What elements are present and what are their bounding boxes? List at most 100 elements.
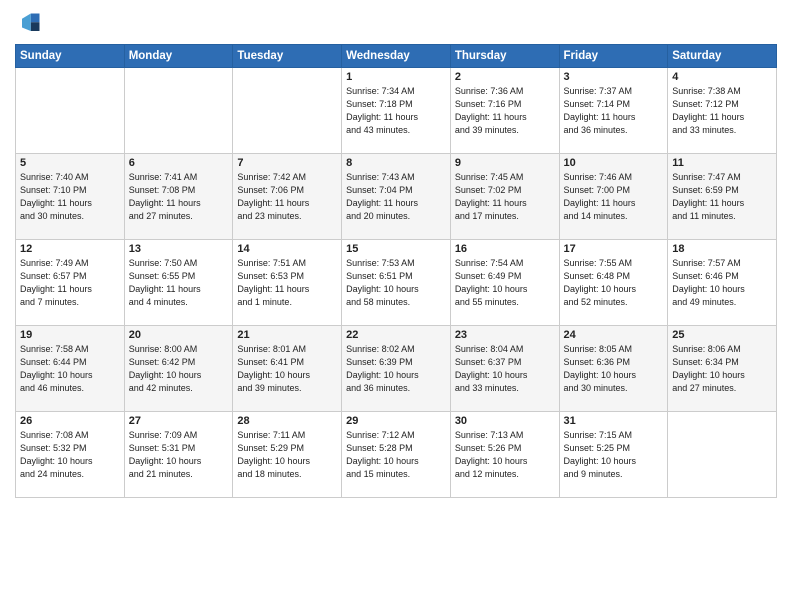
day-number: 3 [564, 71, 664, 83]
day-info: Sunrise: 7:42 AM Sunset: 7:06 PM Dayligh… [237, 171, 337, 223]
week-row-3: 12Sunrise: 7:49 AM Sunset: 6:57 PM Dayli… [16, 240, 777, 326]
day-info: Sunrise: 7:57 AM Sunset: 6:46 PM Dayligh… [672, 257, 772, 309]
calendar-cell [668, 412, 777, 498]
weekday-header-tuesday: Tuesday [233, 45, 342, 68]
calendar-cell: 4 Sunrise: 7:38 AM Sunset: 7:12 PM Daylig… [668, 68, 777, 154]
day-number: 28 [237, 415, 337, 427]
day-info: Sunrise: 7:50 AM Sunset: 6:55 PM Dayligh… [129, 257, 229, 309]
calendar-cell: 9 Sunrise: 7:45 AM Sunset: 7:02 PM Daylig… [450, 154, 559, 240]
day-number: 5 [20, 157, 120, 169]
calendar-cell: 27Sunrise: 7:09 AM Sunset: 5:31 PM Dayli… [124, 412, 233, 498]
day-info: Sunrise: 7:43 AM Sunset: 7:04 PM Dayligh… [346, 171, 446, 223]
calendar-cell: 28 Sunrise: 7:11 AM Sunset: 5:29 PM Dayli… [233, 412, 342, 498]
day-info: Sunrise: 7:34 AM Sunset: 7:18 PM Dayligh… [346, 85, 446, 137]
day-info: Sunrise: 7:47 AM Sunset: 6:59 PM Dayligh… [672, 171, 772, 223]
calendar-cell: 16 Sunrise: 7:54 AM Sunset: 6:49 PM Dayli… [450, 240, 559, 326]
calendar-cell: 12Sunrise: 7:49 AM Sunset: 6:57 PM Dayli… [16, 240, 125, 326]
calendar-cell: 20 Sunrise: 8:00 AM Sunset: 6:42 PM Dayli… [124, 326, 233, 412]
calendar-table: SundayMondayTuesdayWednesdayThursdayFrid… [15, 44, 777, 498]
day-info: Sunrise: 7:45 AM Sunset: 7:02 PM Dayligh… [455, 171, 555, 223]
day-number: 2 [455, 71, 555, 83]
calendar-cell: 7 Sunrise: 7:42 AM Sunset: 7:06 PM Daylig… [233, 154, 342, 240]
day-info: Sunrise: 7:51 AM Sunset: 6:53 PM Dayligh… [237, 257, 337, 309]
day-number: 31 [564, 415, 664, 427]
day-info: Sunrise: 8:04 AM Sunset: 6:37 PM Dayligh… [455, 343, 555, 395]
day-number: 8 [346, 157, 446, 169]
week-row-5: 26 Sunrise: 7:08 AM Sunset: 5:32 PM Dayli… [16, 412, 777, 498]
calendar-cell: 6Sunrise: 7:41 AM Sunset: 7:08 PM Daylig… [124, 154, 233, 240]
calendar-cell: 24Sunrise: 8:05 AM Sunset: 6:36 PM Dayli… [559, 326, 668, 412]
day-info: Sunrise: 7:38 AM Sunset: 7:12 PM Dayligh… [672, 85, 772, 137]
day-number: 20 [129, 329, 229, 341]
day-number: 13 [129, 243, 229, 255]
calendar-cell: 17 Sunrise: 7:55 AM Sunset: 6:48 PM Dayli… [559, 240, 668, 326]
day-number: 7 [237, 157, 337, 169]
day-number: 4 [672, 71, 772, 83]
day-number: 19 [20, 329, 120, 341]
day-info: Sunrise: 7:13 AM Sunset: 5:26 PM Dayligh… [455, 429, 555, 481]
weekday-header-saturday: Saturday [668, 45, 777, 68]
day-number: 27 [129, 415, 229, 427]
week-row-4: 19 Sunrise: 7:58 AM Sunset: 6:44 PM Dayli… [16, 326, 777, 412]
calendar-cell [16, 68, 125, 154]
day-info: Sunrise: 8:02 AM Sunset: 6:39 PM Dayligh… [346, 343, 446, 395]
day-number: 9 [455, 157, 555, 169]
header [15, 10, 777, 38]
calendar-cell: 3 Sunrise: 7:37 AM Sunset: 7:14 PM Daylig… [559, 68, 668, 154]
calendar-cell: 14 Sunrise: 7:51 AM Sunset: 6:53 PM Dayli… [233, 240, 342, 326]
day-number: 14 [237, 243, 337, 255]
weekday-header-row: SundayMondayTuesdayWednesdayThursdayFrid… [16, 45, 777, 68]
day-info: Sunrise: 7:12 AM Sunset: 5:28 PM Dayligh… [346, 429, 446, 481]
day-number: 26 [20, 415, 120, 427]
calendar-cell: 10 Sunrise: 7:46 AM Sunset: 7:00 PM Dayli… [559, 154, 668, 240]
calendar-cell: 22Sunrise: 8:02 AM Sunset: 6:39 PM Dayli… [342, 326, 451, 412]
day-info: Sunrise: 7:36 AM Sunset: 7:16 PM Dayligh… [455, 85, 555, 137]
day-info: Sunrise: 8:06 AM Sunset: 6:34 PM Dayligh… [672, 343, 772, 395]
weekday-header-sunday: Sunday [16, 45, 125, 68]
day-number: 25 [672, 329, 772, 341]
weekday-header-thursday: Thursday [450, 45, 559, 68]
calendar-cell: 30Sunrise: 7:13 AM Sunset: 5:26 PM Dayli… [450, 412, 559, 498]
calendar-cell [233, 68, 342, 154]
calendar-cell: 2 Sunrise: 7:36 AM Sunset: 7:16 PM Daylig… [450, 68, 559, 154]
day-number: 11 [672, 157, 772, 169]
calendar-cell: 13 Sunrise: 7:50 AM Sunset: 6:55 PM Dayli… [124, 240, 233, 326]
calendar-cell: 25 Sunrise: 8:06 AM Sunset: 6:34 PM Dayli… [668, 326, 777, 412]
logo-icon [15, 10, 43, 38]
day-number: 15 [346, 243, 446, 255]
calendar-cell: 23 Sunrise: 8:04 AM Sunset: 6:37 PM Dayli… [450, 326, 559, 412]
day-info: Sunrise: 7:46 AM Sunset: 7:00 PM Dayligh… [564, 171, 664, 223]
day-info: Sunrise: 7:49 AM Sunset: 6:57 PM Dayligh… [20, 257, 120, 309]
day-info: Sunrise: 7:58 AM Sunset: 6:44 PM Dayligh… [20, 343, 120, 395]
week-row-1: 1Sunrise: 7:34 AM Sunset: 7:18 PM Daylig… [16, 68, 777, 154]
calendar-cell: 1Sunrise: 7:34 AM Sunset: 7:18 PM Daylig… [342, 68, 451, 154]
day-info: Sunrise: 7:37 AM Sunset: 7:14 PM Dayligh… [564, 85, 664, 137]
calendar-cell: 31 Sunrise: 7:15 AM Sunset: 5:25 PM Dayli… [559, 412, 668, 498]
calendar-cell: 8 Sunrise: 7:43 AM Sunset: 7:04 PM Daylig… [342, 154, 451, 240]
calendar-cell: 15 Sunrise: 7:53 AM Sunset: 6:51 PM Dayli… [342, 240, 451, 326]
day-info: Sunrise: 7:08 AM Sunset: 5:32 PM Dayligh… [20, 429, 120, 481]
weekday-header-friday: Friday [559, 45, 668, 68]
day-number: 16 [455, 243, 555, 255]
calendar-cell [124, 68, 233, 154]
day-number: 18 [672, 243, 772, 255]
day-number: 24 [564, 329, 664, 341]
calendar-cell: 21Sunrise: 8:01 AM Sunset: 6:41 PM Dayli… [233, 326, 342, 412]
day-info: Sunrise: 8:00 AM Sunset: 6:42 PM Dayligh… [129, 343, 229, 395]
page: SundayMondayTuesdayWednesdayThursdayFrid… [0, 0, 792, 612]
weekday-header-wednesday: Wednesday [342, 45, 451, 68]
calendar-cell: 19 Sunrise: 7:58 AM Sunset: 6:44 PM Dayli… [16, 326, 125, 412]
day-info: Sunrise: 7:11 AM Sunset: 5:29 PM Dayligh… [237, 429, 337, 481]
day-info: Sunrise: 8:01 AM Sunset: 6:41 PM Dayligh… [237, 343, 337, 395]
day-number: 10 [564, 157, 664, 169]
day-info: Sunrise: 7:15 AM Sunset: 5:25 PM Dayligh… [564, 429, 664, 481]
day-number: 17 [564, 243, 664, 255]
day-info: Sunrise: 7:54 AM Sunset: 6:49 PM Dayligh… [455, 257, 555, 309]
day-info: Sunrise: 7:53 AM Sunset: 6:51 PM Dayligh… [346, 257, 446, 309]
week-row-2: 5Sunrise: 7:40 AM Sunset: 7:10 PM Daylig… [16, 154, 777, 240]
day-number: 6 [129, 157, 229, 169]
day-info: Sunrise: 7:55 AM Sunset: 6:48 PM Dayligh… [564, 257, 664, 309]
calendar-cell: 18 Sunrise: 7:57 AM Sunset: 6:46 PM Dayli… [668, 240, 777, 326]
day-number: 23 [455, 329, 555, 341]
weekday-header-monday: Monday [124, 45, 233, 68]
